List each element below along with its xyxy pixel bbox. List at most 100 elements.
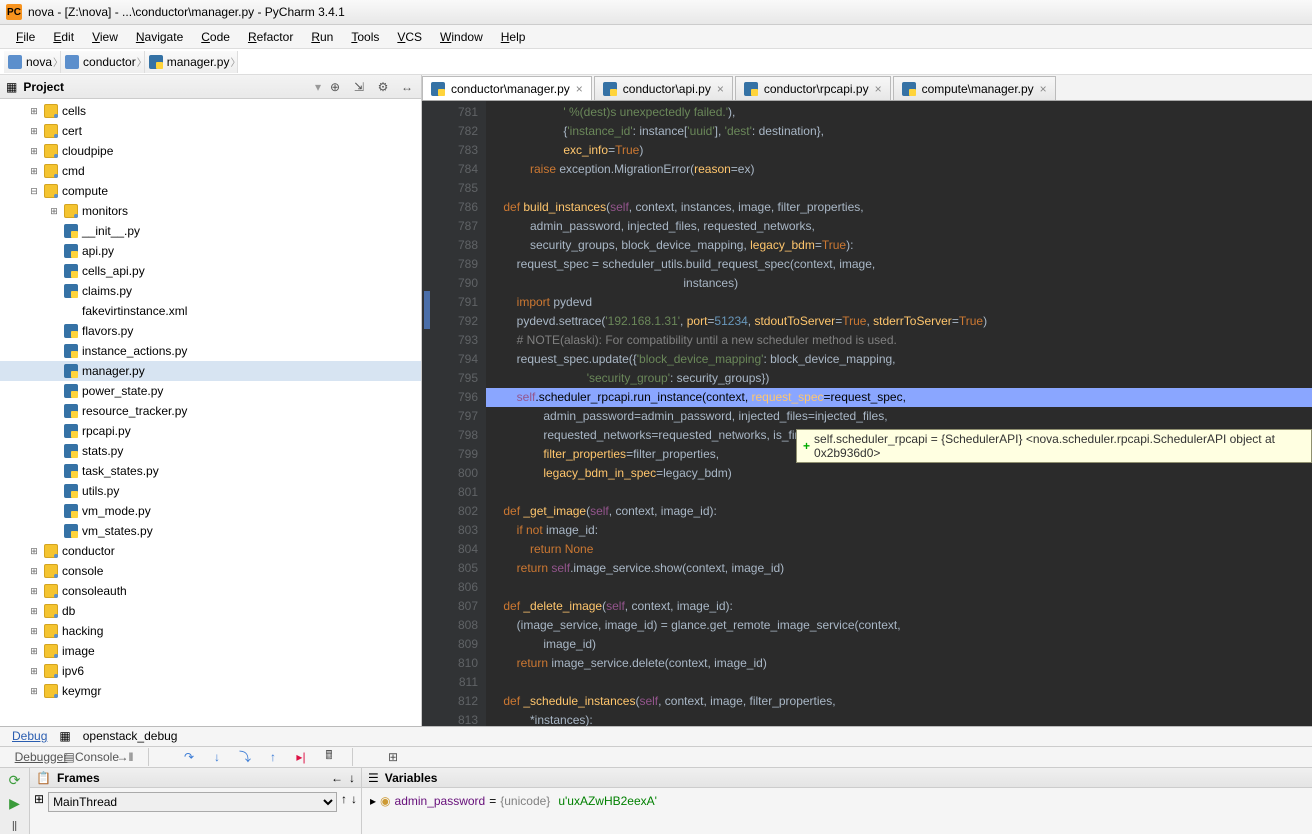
editor-tab[interactable]: compute\manager.py× xyxy=(893,76,1056,100)
menu-file[interactable]: File xyxy=(8,28,43,46)
tree-expand-icon[interactable]: ⊞ xyxy=(28,606,40,617)
close-tab-icon[interactable]: × xyxy=(1040,82,1047,96)
tree-expand-icon[interactable]: ⊞ xyxy=(28,626,40,637)
menu-edit[interactable]: Edit xyxy=(45,28,82,46)
collapse-icon[interactable]: ⇲ xyxy=(351,79,367,95)
step-out-icon[interactable]: ↑ xyxy=(264,748,282,766)
menu-window[interactable]: Window xyxy=(432,28,491,46)
editor-tab[interactable]: conductor\rpcapi.py× xyxy=(735,76,891,100)
tree-item[interactable]: ⊟compute xyxy=(0,181,421,201)
tree-item[interactable]: task_states.py xyxy=(0,461,421,481)
tree-item[interactable]: ⊞consoleauth xyxy=(0,581,421,601)
tree-item[interactable]: power_state.py xyxy=(0,381,421,401)
debugger-toolbar: Debugger ▤ Console →‖ ↷ ↓ ⤵ ↑ ▸| 🖩 ⊞ xyxy=(0,747,1312,768)
pause-icon[interactable]: ‖ xyxy=(12,818,18,834)
tree-item[interactable]: ⊞monitors xyxy=(0,201,421,221)
frame-up-icon[interactable]: ↑ xyxy=(341,792,347,806)
tree-expand-icon[interactable]: ⊞ xyxy=(28,686,40,697)
frame-down-icon[interactable]: ↓ xyxy=(351,792,357,806)
tree-expand-icon[interactable]: ⊞ xyxy=(28,586,40,597)
evaluate-icon[interactable]: 🖩 xyxy=(320,748,338,766)
close-tab-icon[interactable]: × xyxy=(717,82,724,96)
menu-run[interactable]: Run xyxy=(303,28,341,46)
menu-refactor[interactable]: Refactor xyxy=(240,28,301,46)
tree-item[interactable]: instance_actions.py xyxy=(0,341,421,361)
breadcrumb-item[interactable]: conductor xyxy=(61,51,145,73)
tree-item[interactable]: ⊞conductor xyxy=(0,541,421,561)
tree-item[interactable]: ⊞cert xyxy=(0,121,421,141)
code-content[interactable]: ' %(dest)s unexpectedly failed.'), {'ins… xyxy=(486,101,1312,726)
settings-icon[interactable]: ⊞ xyxy=(384,748,402,766)
var-expand-icon[interactable]: ▸ xyxy=(370,794,376,808)
menu-vcs[interactable]: VCS xyxy=(389,28,430,46)
breadcrumb-item[interactable]: manager.py xyxy=(145,51,239,73)
tree-item[interactable]: api.py xyxy=(0,241,421,261)
thread-selector[interactable]: MainThread xyxy=(48,792,337,812)
menu-help[interactable]: Help xyxy=(493,28,534,46)
menu-tools[interactable]: Tools xyxy=(343,28,387,46)
frames-next-icon[interactable]: ↓ xyxy=(349,771,355,785)
tree-item[interactable]: ⊞keymgr xyxy=(0,681,421,701)
editor-tab[interactable]: conductor\manager.py× xyxy=(422,76,592,100)
close-tab-icon[interactable]: × xyxy=(576,82,583,96)
project-tree[interactable]: ⊞ cells ⊞cert⊞cloudpipe⊞cmd⊟compute⊞monito… xyxy=(0,99,421,726)
tree-item[interactable]: claims.py xyxy=(0,281,421,301)
step-over-icon[interactable]: ↷ xyxy=(180,748,198,766)
tree-item[interactable]: ⊞cloudpipe xyxy=(0,141,421,161)
tree-expand-icon[interactable]: ⊞ xyxy=(28,566,40,577)
tree-item[interactable]: resource_tracker.py xyxy=(0,401,421,421)
step-into-icon[interactable]: ↓ xyxy=(208,748,226,766)
hide-icon[interactable]: ↔ xyxy=(399,79,415,95)
tree-expand-icon[interactable]: ⊞ xyxy=(28,666,40,677)
tree-expand-icon[interactable]: ⊞ xyxy=(28,546,40,557)
tree-item[interactable]: ⊞hacking xyxy=(0,621,421,641)
tree-item[interactable]: vm_states.py xyxy=(0,521,421,541)
python-file-icon xyxy=(603,82,617,96)
breadcrumb-item[interactable]: nova xyxy=(4,51,61,73)
tree-item[interactable]: rpcapi.py xyxy=(0,421,421,441)
tree-item[interactable]: ⊞db xyxy=(0,601,421,621)
code-editor[interactable]: 7817827837847857867877887897907917927937… xyxy=(422,101,1312,726)
variable-row[interactable]: ▸ ◉ admin_password = {unicode} u'uxAZwHB… xyxy=(370,792,1304,810)
tree-item-label: manager.py xyxy=(82,364,145,378)
project-dropdown-icon[interactable]: ▾ xyxy=(315,80,321,94)
editor-tab[interactable]: conductor\api.py× xyxy=(594,76,733,100)
tree-item[interactable]: __init__.py xyxy=(0,221,421,241)
tree-expand-icon[interactable]: ⊞ xyxy=(28,646,40,657)
tree-item[interactable]: ⊞console xyxy=(0,561,421,581)
tree-item[interactable]: ⊞ cells xyxy=(0,101,421,121)
locate-icon[interactable]: ⊕ xyxy=(327,79,343,95)
resume-icon[interactable]: ▶ xyxy=(9,795,20,812)
tree-expand-icon[interactable]: ⊞ xyxy=(28,166,40,177)
step-into-my-icon[interactable]: ⤵ xyxy=(236,748,254,766)
tree-item[interactable]: fakevirtinstance.xml xyxy=(0,301,421,321)
tree-item[interactable]: utils.py xyxy=(0,481,421,501)
run-to-cursor-icon[interactable]: ▸| xyxy=(292,748,310,766)
tree-item[interactable]: stats.py xyxy=(0,441,421,461)
tree-expand-icon[interactable]: ⊞ xyxy=(28,126,40,137)
debug-config-label[interactable]: openstack_debug xyxy=(77,727,184,745)
gear-icon[interactable]: ⚙ xyxy=(375,79,391,95)
console-dropdown-icon[interactable]: →‖ xyxy=(116,748,134,766)
debug-tab[interactable]: Debug xyxy=(6,727,53,745)
menu-navigate[interactable]: Navigate xyxy=(128,28,191,46)
tree-item[interactable]: vm_mode.py xyxy=(0,501,421,521)
debugger-inner-tab[interactable]: Debugger xyxy=(32,748,50,766)
frames-prev-icon[interactable]: ← xyxy=(331,771,343,785)
menu-code[interactable]: Code xyxy=(193,28,238,46)
menu-view[interactable]: View xyxy=(84,28,126,46)
console-inner-tab[interactable]: Console xyxy=(88,748,106,766)
tree-expand-icon[interactable]: ⊞ xyxy=(28,146,40,157)
tree-item[interactable]: ⊞image xyxy=(0,641,421,661)
tree-expand-icon[interactable]: ⊞ xyxy=(48,206,60,217)
tree-item[interactable]: ⊞cmd xyxy=(0,161,421,181)
tree-expand-icon[interactable]: ⊞ xyxy=(28,106,40,117)
tree-item[interactable]: cells_api.py xyxy=(0,261,421,281)
tree-item[interactable]: ⊞ipv6 xyxy=(0,661,421,681)
rerun-icon[interactable]: ⟳ xyxy=(9,772,21,789)
close-tab-icon[interactable]: × xyxy=(875,82,882,96)
tree-expand-icon[interactable]: ⊟ xyxy=(28,186,40,197)
tree-item[interactable]: manager.py xyxy=(0,361,421,381)
tree-item[interactable]: flavors.py xyxy=(0,321,421,341)
tree-item-label: cells xyxy=(62,104,86,118)
